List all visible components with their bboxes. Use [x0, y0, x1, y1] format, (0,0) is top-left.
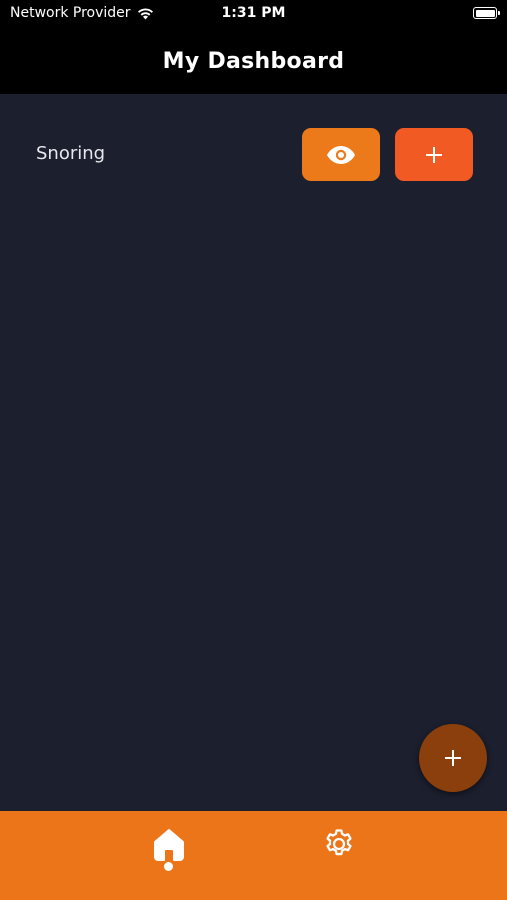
plus-icon	[445, 750, 461, 766]
home-icon	[154, 829, 184, 861]
status-time: 1:31 PM	[221, 5, 286, 21]
view-button[interactable]	[302, 128, 380, 181]
tracker-row: Snoring	[0, 128, 507, 181]
tracker-label: Snoring	[36, 143, 106, 164]
battery-icon	[473, 7, 500, 19]
eye-icon	[327, 145, 355, 164]
gear-icon	[326, 829, 352, 856]
plus-icon	[426, 146, 442, 163]
nav-settings[interactable]	[322, 827, 356, 861]
add-tracker-fab[interactable]	[419, 724, 487, 792]
status-bar: Network Provider 1:31 PM	[0, 0, 507, 28]
add-entry-button[interactable]	[395, 128, 473, 181]
dashboard-screen: Network Provider 1:31 PM My Dashboard Sn…	[0, 0, 507, 900]
nav-home[interactable]	[150, 827, 188, 887]
app-header: My Dashboard	[0, 28, 507, 94]
page-title: My Dashboard	[162, 48, 345, 74]
bottom-nav	[0, 811, 507, 900]
active-indicator	[164, 862, 173, 871]
